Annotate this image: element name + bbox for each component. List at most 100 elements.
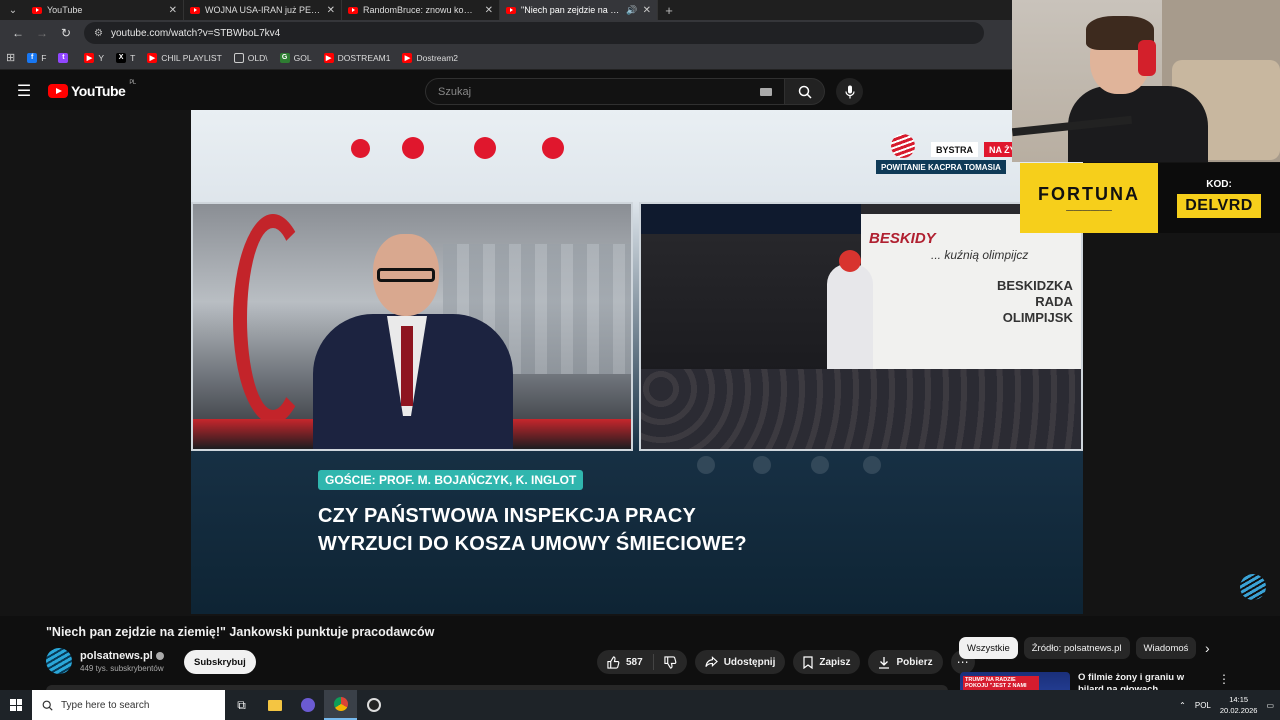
chip-news[interactable]: Wiadomoś [1135,637,1197,659]
bookmark-item[interactable]: ▶ DOSTREAM1 [323,52,390,63]
folder-icon [233,52,244,63]
thumbs-down-icon [664,655,677,669]
headphones-icon [1138,40,1156,76]
language-indicator[interactable]: POL [1195,701,1211,710]
download-icon [879,656,890,669]
bookmark-item[interactable]: XT [116,52,135,63]
close-tab-icon[interactable]: ✕ [485,5,493,16]
channel-avatar[interactable] [46,648,72,674]
news-headline: CZY PAŃSTWOWA INSPEKCJA PRACY WYRZUCI DO… [318,505,747,555]
screen: ⌄ YouTube ✕ WOJNA USA-IRAN już PEWNA ✕ R… [0,0,1280,720]
url-text: youtube.com/watch?v=STBWboL7kv4 [110,27,281,39]
close-tab-icon[interactable]: ✕ [643,5,651,16]
browser-tab-active[interactable]: "Niech pan zejdzie na ziemi 🔊 ✕ [500,0,658,20]
streamer-webcam [1012,0,1280,162]
tab-title: WOJNA USA-IRAN już PEWNA [205,5,322,15]
bookmark-item[interactable]: fF [27,52,46,63]
location-badge: BYSTRA [931,142,979,157]
guests-strap: GOŚCIE: PROF. M. BOJAŃCZYK, K. INGLOT [318,470,584,490]
app-icon[interactable] [291,690,324,720]
banner-subtitle: ... kuźnią olimpijcz [931,248,1029,262]
youtube-masthead: ☰ YouTube PL Szukaj [0,72,1012,110]
youtube-favicon-icon [32,6,42,14]
video-player[interactable]: BYSTRA NA ŻYWO POWITANIE KACPRA TOMASIA … [191,110,1083,614]
chrome-icon[interactable] [324,690,357,720]
close-tab-icon[interactable]: ✕ [327,5,335,16]
bookmark-item[interactable]: t [58,52,72,63]
forward-arrow-icon[interactable]: → [30,21,54,45]
youtube-favicon-icon [506,6,516,14]
reload-icon[interactable]: ↻ [54,21,78,45]
promo-code-box: KOD: DELVRD [1158,163,1280,233]
audio-playing-icon[interactable]: 🔊 [626,5,637,16]
live-subtitle: POWITANIE KACPRA TOMASIA [876,160,1006,174]
notification-icon[interactable]: ▭ [1266,701,1274,710]
obs-icon[interactable] [357,690,390,720]
promo-code-label: KOD: [1206,178,1232,190]
taskbar-search[interactable]: Type here to search [32,690,225,720]
decor-dot [474,137,496,159]
voice-search-button[interactable] [836,78,863,105]
download-button[interactable]: Pobierz [868,650,943,674]
youtube-favicon-icon [190,6,200,14]
search-icon [798,85,812,99]
decor-bubble [863,456,881,474]
tray-chevron-up-icon[interactable]: ⌃ [1179,701,1186,710]
decor-dot [542,137,564,159]
x-icon: X [116,52,127,63]
windows-logo-icon [10,699,22,711]
system-tray: ⌃ POL 14:15 20.02.2026 ▭ [1179,690,1280,720]
search-icon [42,700,53,711]
sponsor-banner: FORTUNA ━━━━━━━━━━━━━━━━━━━ [1020,163,1158,233]
browser-tab[interactable]: RandomBruce: znowu komp do ✕ [342,0,500,20]
apps-grid-icon[interactable]: ⊞ [6,51,15,64]
start-button[interactable] [0,690,32,720]
subscribe-button[interactable]: Subskrybuj [184,650,256,674]
polsat-logo-icon [891,134,915,158]
site-info-icon[interactable]: ⚙ [94,28,103,39]
youtube-logo[interactable]: YouTube PL [48,80,136,99]
back-arrow-icon[interactable]: ← [6,21,30,45]
tab-search-chevron-icon[interactable]: ⌄ [0,0,26,20]
youtube-play-icon [48,84,68,98]
banner-org: BESKIDZKA RADA OLIMPIJSK [997,278,1073,325]
browser-tab[interactable]: WOJNA USA-IRAN już PEWNA ✕ [184,0,342,20]
promo-code: DELVRD [1177,193,1261,218]
address-bar[interactable]: ⚙ youtube.com/watch?v=STBWboL7kv4 [84,22,984,44]
decor-bubble [753,456,771,474]
hamburger-menu-icon[interactable]: ☰ [0,72,48,110]
decor-dot [351,139,370,158]
chip-source[interactable]: Źródło: polsatnews.pl [1023,637,1130,659]
dislike-button[interactable] [654,650,687,674]
bookmark-item[interactable]: ▶ Y [84,52,104,63]
like-button[interactable]: 587 [597,654,654,670]
decor-dot [402,137,424,159]
facebook-icon: f [27,52,38,63]
save-button[interactable]: Zapisz [793,650,861,674]
youtube-icon: ▶ [402,52,413,63]
task-view-icon[interactable]: ⧉ [225,690,258,720]
bookmark-item[interactable]: ▶ CHIL PLAYLIST [147,52,222,63]
recommended-more-icon[interactable]: ⋮ [1218,672,1230,686]
keyboard-icon[interactable] [760,87,772,96]
new-tab-plus-icon[interactable]: + [658,3,680,18]
banner-title: BESKIDY [869,230,936,247]
tab-title: RandomBruce: znowu komp do [363,5,480,15]
bookmark-item[interactable]: G GOL [279,52,312,63]
gol-icon: G [279,52,290,63]
chip-all[interactable]: Wszystkie [959,637,1018,659]
clock[interactable]: 14:15 20.02.2026 [1220,694,1258,716]
channel-name[interactable]: polsatnews.pl [80,650,164,662]
close-tab-icon[interactable]: ✕ [169,5,177,16]
search-button[interactable] [785,78,825,105]
chevron-right-icon[interactable]: › [1205,640,1210,656]
search-input[interactable]: Szukaj [425,78,785,105]
bookmark-item[interactable]: ▶ Dostream2 [402,52,458,63]
share-button[interactable]: Udostępnij [694,650,786,674]
video-actions: 587 Udostępnij Zapisz Pobierz ⋯ [597,650,975,674]
file-explorer-icon[interactable] [258,690,291,720]
browser-tab[interactable]: YouTube ✕ [26,0,184,20]
video-title: "Niech pan zejdzie na ziemię!" Jankowski… [46,625,435,639]
tent [641,204,861,234]
bookmark-folder[interactable]: OLD\ [233,52,268,63]
